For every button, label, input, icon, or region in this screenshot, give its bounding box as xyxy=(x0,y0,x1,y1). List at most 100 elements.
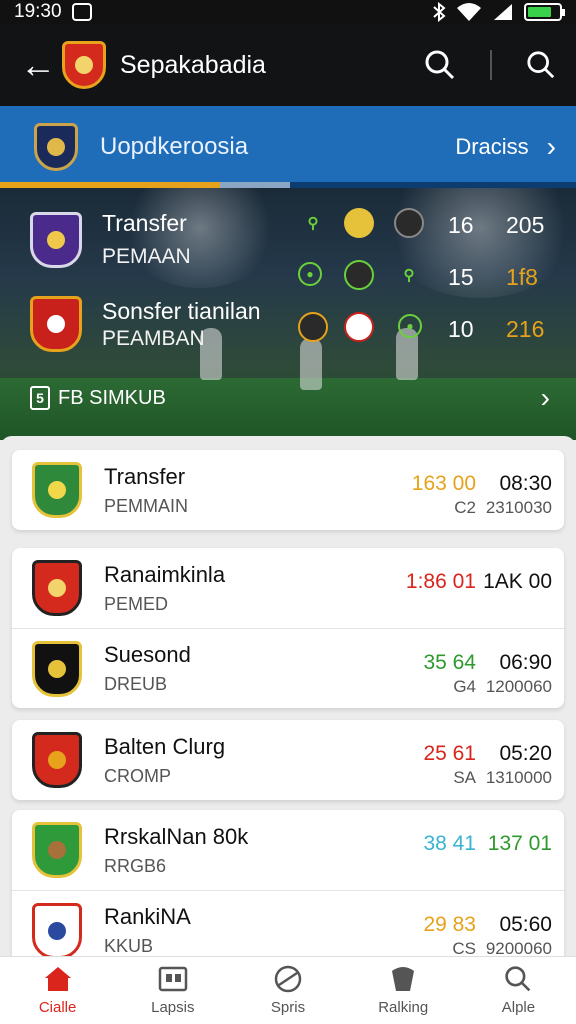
team-crest-icon xyxy=(32,732,82,788)
hero-team-name: Transfer xyxy=(102,210,187,236)
scoreboard-icon xyxy=(158,965,188,993)
hero-stat: 216 xyxy=(506,316,545,342)
app-title: Sepakabadia xyxy=(120,50,266,79)
chevron-right-icon: › xyxy=(540,382,550,413)
match-card: Balten Clurg CROMP 25 61 05:20 SA 131000… xyxy=(12,720,564,800)
score: 35 64 xyxy=(423,651,476,674)
match-time: 137 01 xyxy=(487,832,552,855)
list-item[interactable]: Suesond DREUB 35 64 06:90 G4 1200060 xyxy=(12,628,564,708)
hero-row[interactable]: Transfer PEMAAN xyxy=(30,210,560,269)
nav-item-home[interactable]: Cialle xyxy=(0,957,115,1024)
score: 29 83 xyxy=(423,913,476,936)
team-crest-icon xyxy=(32,462,82,518)
bluetooth-icon xyxy=(433,2,446,22)
app-bar: ← Sepakabadia xyxy=(0,24,576,106)
team-sub: KKUB xyxy=(104,936,154,956)
hero-footer-link[interactable]: 5 FB SIMKUB › xyxy=(30,384,550,412)
score: 163 00 xyxy=(411,472,476,495)
status-icons xyxy=(432,2,565,22)
toolbar-divider xyxy=(490,50,492,80)
nav-item-label: Lapsis xyxy=(151,999,195,1016)
score: 25 61 xyxy=(423,742,476,765)
nav-item-lapsis[interactable]: Lapsis xyxy=(115,957,230,1024)
match-time: 08:30 xyxy=(499,472,552,495)
match-time: 06:90 xyxy=(499,651,552,674)
nav-item-search[interactable]: Alple xyxy=(461,957,576,1024)
hero-stat: 205 xyxy=(506,212,545,238)
player-avatar xyxy=(298,312,328,342)
match-id: 1310000 xyxy=(485,768,552,787)
list-item[interactable]: Balten Clurg CROMP 25 61 05:20 SA 131000… xyxy=(12,720,564,800)
match-card: RrskalNan 80k RRGB6 38 41 137 01 RankiNA… xyxy=(12,810,564,970)
status-bar: 19:30 xyxy=(0,0,576,24)
match-time: 1AK 00 xyxy=(483,570,552,593)
banner-action-label: Draciss xyxy=(455,134,529,159)
hero-team-sub: PEAMBAN xyxy=(102,326,205,350)
player-avatar xyxy=(344,208,374,238)
league-crest-icon xyxy=(34,123,78,171)
message-icon xyxy=(71,3,92,21)
match-code: SA xyxy=(453,768,476,787)
match-id: 1200060 xyxy=(485,677,552,696)
hero-stat: 16 xyxy=(448,212,474,238)
team-crest-icon xyxy=(32,902,82,959)
nav-item-label: Spris xyxy=(270,999,306,1016)
nav-item-label: Cialle xyxy=(38,999,77,1016)
search-icon xyxy=(503,965,533,993)
team-sub: RRGB6 xyxy=(104,855,167,876)
hero-row[interactable]: Sonsfer tianilan PEAMBAN xyxy=(30,296,560,352)
team-crest-icon xyxy=(32,822,82,878)
kit-icon: ⚲ xyxy=(307,215,319,232)
bottom-nav: Cialle Lapsis Spris Ralking Alple xyxy=(0,956,576,1024)
team-name: RankiNA xyxy=(104,904,191,929)
hero-team-name: Sonsfer tianilan xyxy=(102,297,261,324)
clock-icon: ● xyxy=(398,314,422,338)
team-name: Ranaimkinla xyxy=(104,561,226,587)
hero-team-sub: PEMAAN xyxy=(102,245,191,268)
list-item[interactable]: Ranaimkinla PEMED 1:86 01 1AK 00 xyxy=(12,548,564,628)
nav-item-ranking[interactable]: Ralking xyxy=(346,957,461,1024)
team-name: Suesond xyxy=(104,642,191,667)
team-crest-icon xyxy=(30,211,82,268)
match-list: Transfer PEMMAIN 163 00 08:30 C2 2310030… xyxy=(0,436,576,970)
match-id: 2310030 xyxy=(485,498,552,517)
match-time: 05:60 xyxy=(499,913,552,936)
kit-icon: ⚲ xyxy=(403,267,415,284)
score: 38 41 xyxy=(423,832,476,855)
list-item[interactable]: RrskalNan 80k RRGB6 38 41 137 01 xyxy=(12,810,564,890)
league-banner[interactable]: Uopdkeroosia Draciss › xyxy=(0,106,576,188)
match-card: Ranaimkinla PEMED 1:86 01 1AK 00 Suesond… xyxy=(12,548,564,708)
chevron-right-icon: › xyxy=(546,131,556,162)
battery-icon xyxy=(524,3,565,21)
search-icon[interactable] xyxy=(424,49,456,81)
ranking-icon xyxy=(388,965,418,993)
nav-item-spris[interactable]: Spris xyxy=(230,957,345,1024)
nav-item-label: Alple xyxy=(501,999,536,1016)
status-time: 19:30 xyxy=(14,1,62,22)
team-name: Transfer xyxy=(104,463,186,489)
nav-item-label: Ralking xyxy=(378,999,429,1016)
ball-icon xyxy=(273,965,303,993)
player-avatar xyxy=(344,260,374,290)
player-avatar xyxy=(394,208,424,238)
match-code: C2 xyxy=(454,498,476,517)
hero-footer-label: FB SIMKUB xyxy=(58,386,166,409)
team-crest-icon xyxy=(62,41,106,89)
back-arrow-icon[interactable]: ← xyxy=(20,47,56,83)
hero-stat: 15 xyxy=(448,264,474,290)
match-code: G4 xyxy=(453,677,476,696)
hero-section: Transfer PEMAAN ⚲ 16 205 ● ⚲ 15 1f8 Sons… xyxy=(0,188,576,440)
list-item[interactable]: Transfer PEMMAIN 163 00 08:30 C2 2310030 xyxy=(12,450,564,530)
wifi-icon xyxy=(457,3,481,21)
team-crest-icon xyxy=(32,560,82,616)
team-sub: DREUB xyxy=(104,674,168,694)
match-time: 05:20 xyxy=(499,742,552,765)
banner-action[interactable]: Draciss › xyxy=(455,133,556,161)
league-name: Uopdkeroosia xyxy=(100,133,249,160)
team-badge-icon xyxy=(344,312,374,342)
search-icon-secondary[interactable] xyxy=(526,50,556,80)
hero-stat: 1f8 xyxy=(506,264,538,290)
team-crest-icon xyxy=(32,640,82,697)
score: 1:86 01 xyxy=(405,570,476,593)
clock-icon: ● xyxy=(298,262,322,286)
